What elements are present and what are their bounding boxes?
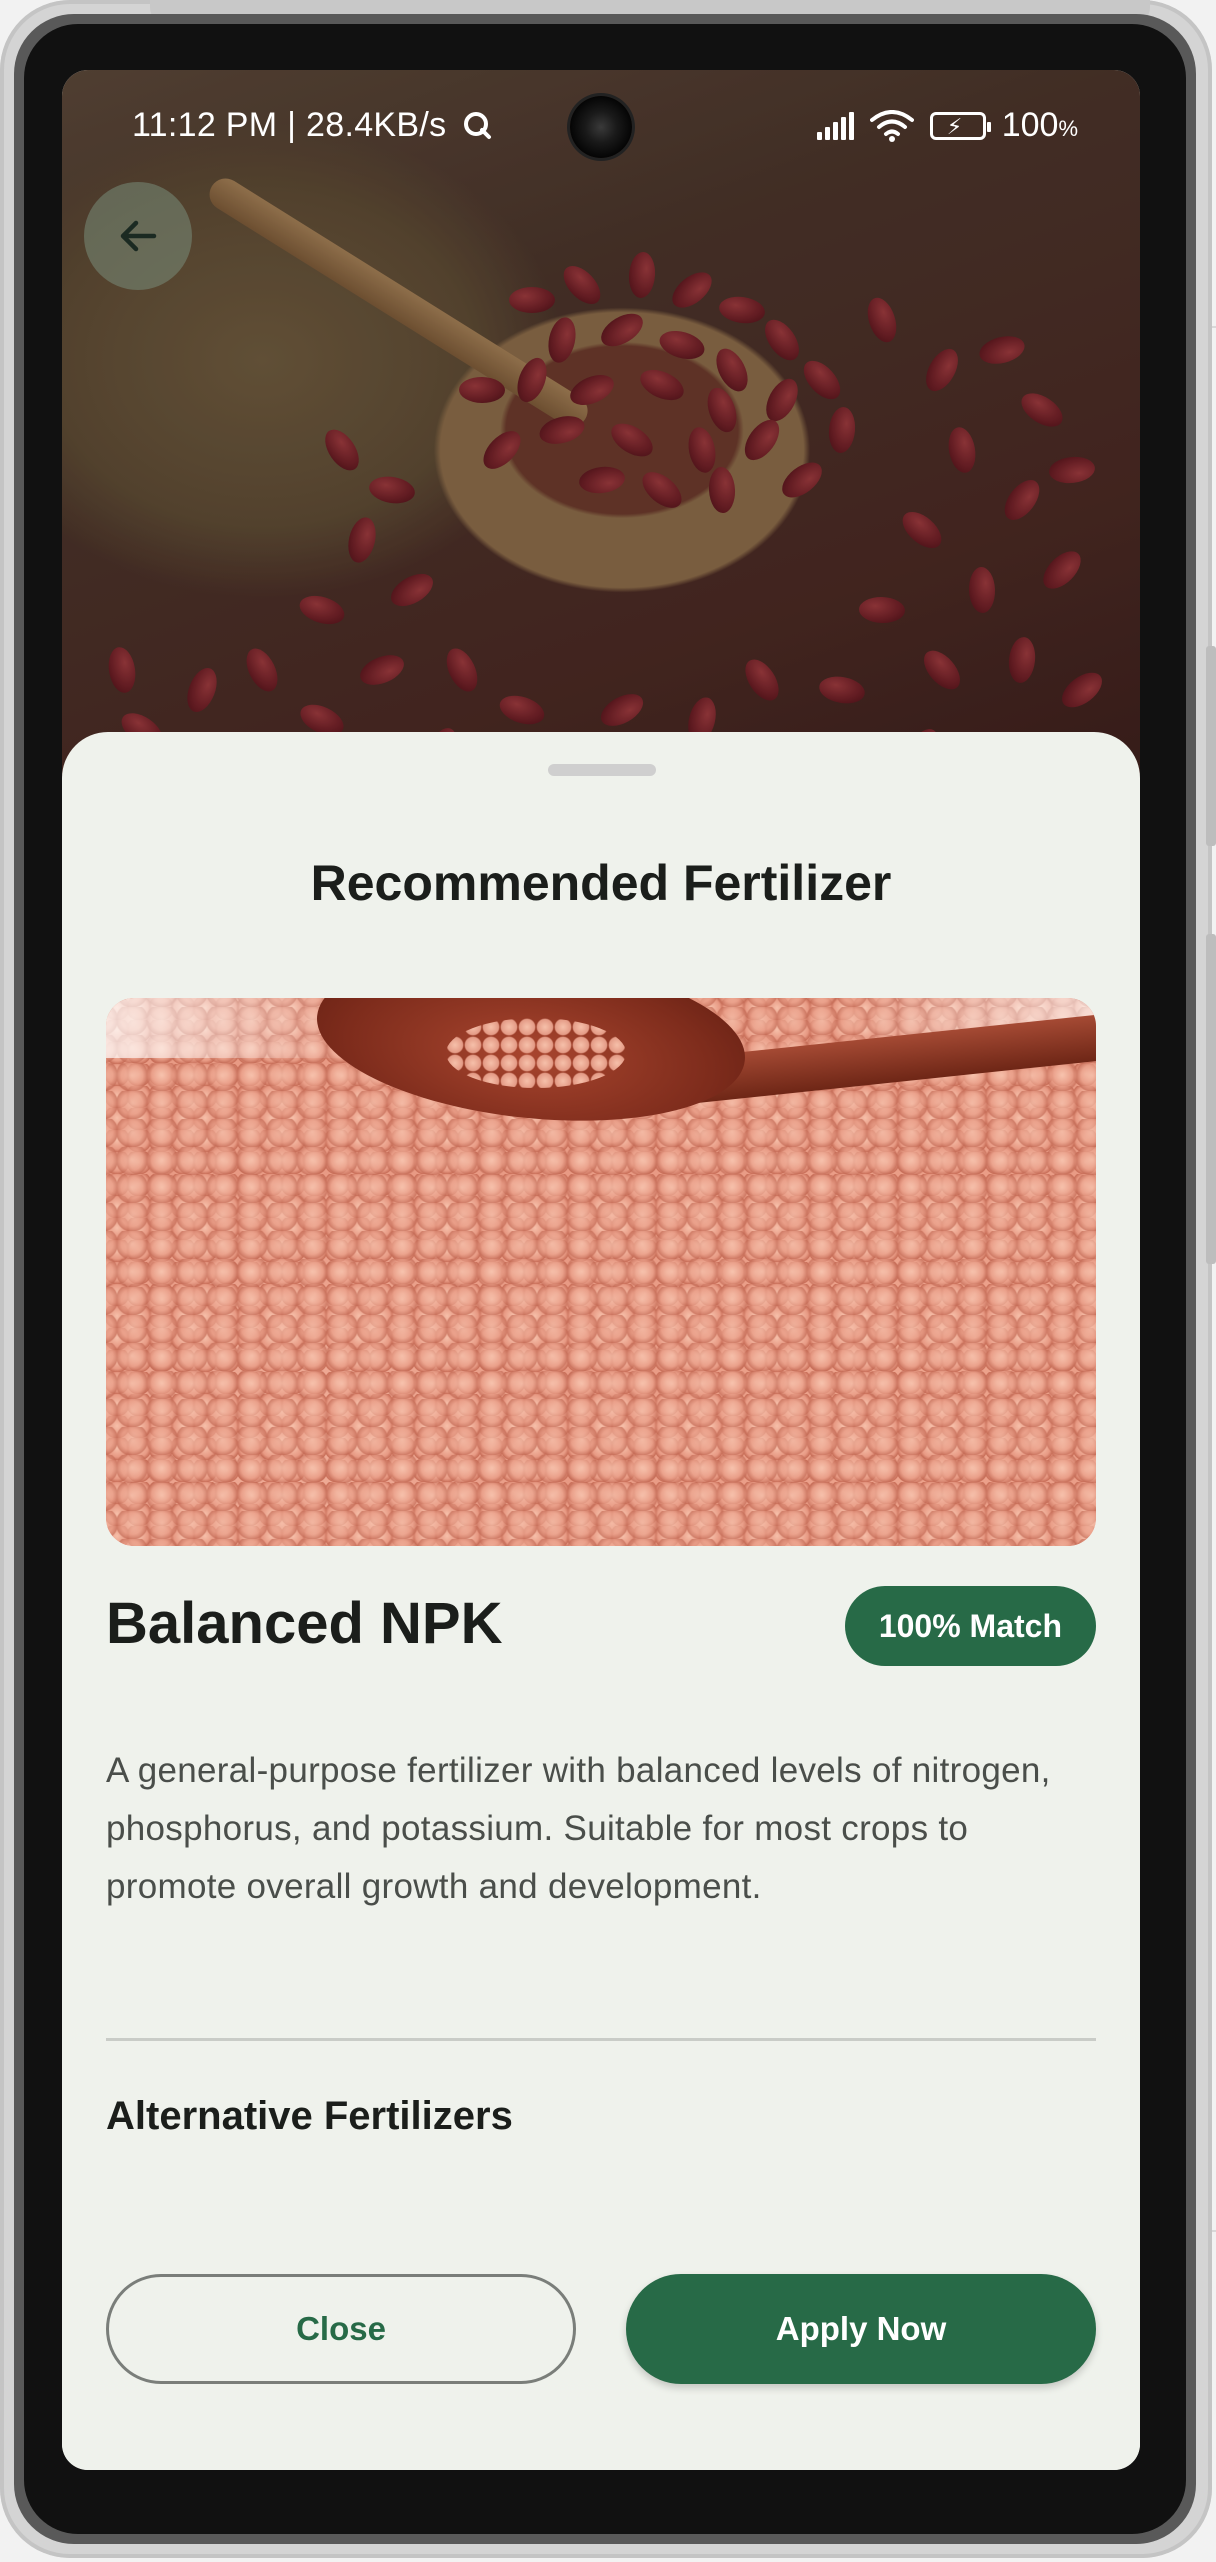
drag-handle[interactable] [548, 764, 656, 776]
kidney-bean [717, 293, 767, 327]
kidney-bean [544, 314, 580, 366]
kidney-bean [709, 343, 755, 397]
back-button[interactable] [84, 182, 192, 290]
wifi-icon [869, 109, 914, 142]
kidney-bean [1006, 635, 1038, 685]
divider [106, 2038, 1096, 2041]
cellular-signal-icon [816, 111, 854, 140]
kidney-bean [385, 567, 439, 613]
match-badge: 100% Match [844, 1586, 1096, 1666]
kidney-bean [105, 645, 139, 695]
kidney-bean [968, 566, 996, 614]
kidney-bean [1015, 386, 1069, 434]
power-button [1206, 934, 1216, 1264]
kidney-bean [1055, 665, 1109, 715]
kidney-bean [759, 373, 805, 427]
kidney-bean [858, 596, 906, 624]
kidney-bean [240, 643, 284, 697]
close-button[interactable]: Close [106, 2274, 576, 2384]
kidney-bean [862, 294, 902, 346]
kidney-bean [919, 343, 965, 397]
kidney-bean [181, 663, 223, 717]
kidney-bean [817, 673, 867, 707]
battery-percent-unit: % [1058, 116, 1078, 141]
kidney-bean [656, 326, 708, 364]
kidney-bean [636, 465, 688, 515]
fertilizer-image [106, 998, 1096, 1546]
sheet-title: Recommended Fertilizer [310, 855, 892, 911]
kidney-bean [997, 473, 1047, 527]
kidney-bean [577, 464, 627, 496]
arrow-left-icon [120, 220, 157, 252]
kidney-bean [945, 425, 979, 475]
product-description: A general-purpose fertilizer with balanc… [106, 1751, 1051, 1906]
kidney-bean [1047, 454, 1097, 486]
kidney-bean [509, 287, 555, 313]
kidney-bean [896, 505, 948, 555]
spoon-granules [446, 1018, 626, 1088]
kidney-bean [605, 416, 659, 464]
kidney-bean [440, 643, 484, 697]
kidney-bean [496, 690, 548, 730]
kidney-bean [355, 649, 409, 691]
wooden-spoon [203, 172, 594, 433]
kidney-bean [595, 687, 649, 733]
kidney-bean [296, 590, 348, 630]
bottom-sheet: Recommended Fertilizer Balanced NPK 100%… [62, 732, 1140, 2470]
kidney-bean [702, 384, 742, 436]
status-icons: ⚡ 100% [816, 106, 1078, 145]
kidney-bean [565, 369, 619, 411]
front-camera [570, 96, 632, 158]
kidney-bean [684, 424, 720, 476]
kidney-bean [635, 363, 689, 407]
kidney-bean [1036, 544, 1088, 596]
kidney-bean [976, 331, 1028, 369]
kidney-bean [758, 313, 806, 367]
kidney-bean [536, 411, 588, 449]
apply-now-button[interactable]: Apply Now [626, 2274, 1096, 2384]
app-notification-icon [464, 112, 492, 139]
kidney-bean [458, 376, 506, 404]
kidney-bean [318, 423, 366, 477]
kidney-bean [627, 251, 657, 299]
kidney-bean [556, 259, 608, 311]
kidney-bean [737, 413, 787, 467]
battery-charging-icon: ⚡ [929, 111, 991, 140]
kidney-bean [367, 473, 417, 507]
kidney-bean [738, 653, 786, 707]
kidney-bean [796, 354, 848, 406]
volume-button [1206, 646, 1216, 846]
kidney-bean [595, 307, 649, 353]
kidney-bean [827, 405, 857, 455]
product-name: Balanced NPK [106, 1591, 503, 1656]
kidney-bean [775, 455, 829, 505]
app-screen: 11:12 PM | 28.4KB/s ⚡ 100% Recommended F… [62, 70, 1140, 2470]
battery-percent: 100% [1002, 106, 1078, 145]
kidney-bean [344, 514, 380, 566]
status-time-speed: 11:12 PM | 28.4KB/s [132, 106, 492, 145]
status-time-text: 11:12 PM | 28.4KB/s [132, 106, 447, 144]
battery-percent-value: 100 [1001, 106, 1059, 144]
kidney-bean [665, 265, 719, 315]
kidney-bean [511, 353, 553, 407]
alternatives-heading: Alternative Fertilizers [106, 2094, 513, 2138]
kidney-bean [917, 644, 967, 696]
kidney-bean [707, 466, 737, 514]
status-bar: 11:12 PM | 28.4KB/s ⚡ 100% [62, 70, 1140, 180]
kidney-bean [476, 424, 528, 476]
